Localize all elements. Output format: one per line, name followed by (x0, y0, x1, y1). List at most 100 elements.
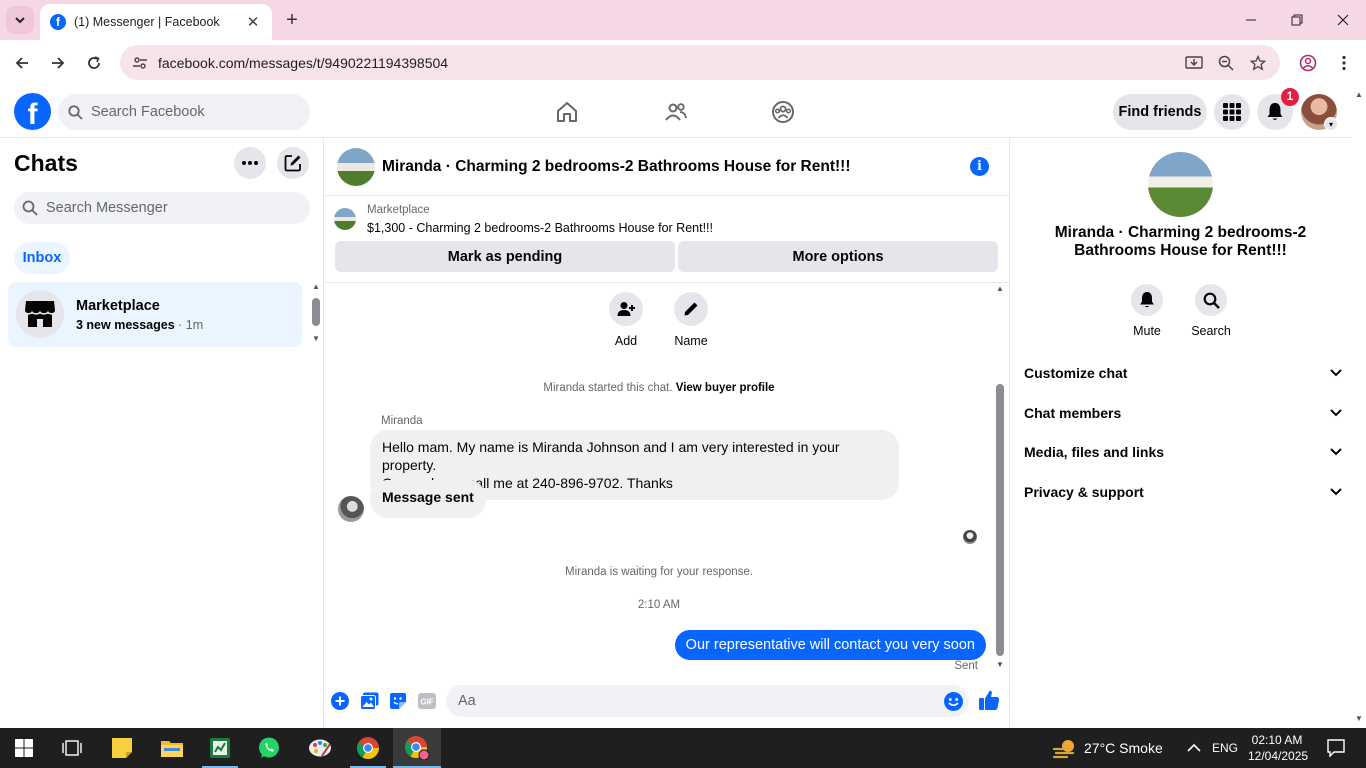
sticky-notes-app[interactable] (102, 732, 142, 764)
like-send-button[interactable] (978, 689, 1000, 711)
scrollbar-thumb[interactable] (996, 384, 1004, 656)
file-explorer-app[interactable] (152, 732, 192, 764)
gif-button[interactable]: GIF (417, 691, 437, 711)
smoke-weather-icon (1053, 740, 1075, 759)
scroll-down-arrow-icon[interactable]: ▼ (312, 334, 320, 343)
language-indicator[interactable]: ENG (1212, 741, 1238, 755)
reload-button[interactable] (80, 49, 108, 77)
conversation-item-marketplace[interactable]: Marketplace 3 new messages · 1m (8, 282, 302, 347)
privacy-support-section[interactable]: Privacy & support (1024, 474, 1344, 510)
site-settings-icon[interactable] (130, 53, 150, 73)
clock[interactable]: 02:10 AM 12/04/2025 (1248, 732, 1308, 764)
groups-nav-button[interactable] (769, 98, 797, 126)
spreadsheet-icon (210, 738, 230, 758)
task-view-icon (62, 740, 82, 756)
add-people-button[interactable]: Add (596, 292, 656, 348)
tab-close-icon[interactable]: ✕ (244, 13, 262, 31)
task-view-button[interactable] (52, 732, 92, 764)
bookmark-star-icon[interactable] (1244, 45, 1272, 80)
sticker-button[interactable] (388, 691, 408, 711)
address-bar[interactable]: facebook.com/messages/t/9490221194398504 (120, 45, 1280, 80)
outgoing-message-bubble[interactable]: Our representative will contact you very… (674, 630, 986, 660)
facebook-logo[interactable]: f (14, 93, 51, 130)
scroll-up-arrow-icon[interactable]: ▲ (312, 282, 320, 291)
more-actions-button[interactable] (330, 691, 350, 711)
home-nav-button[interactable] (553, 98, 581, 126)
chevron-down-icon[interactable]: ▾ (1324, 117, 1338, 131)
marketplace-banner: Marketplace $1,300 - Charming 2 bedrooms… (325, 197, 1010, 283)
browser-tab[interactable]: f (1) Messenger | Facebook ✕ (40, 4, 272, 40)
notification-center-button[interactable] (1316, 732, 1356, 764)
chat-options-button[interactable] (234, 147, 266, 179)
spreadsheet-app[interactable] (200, 732, 240, 764)
message-line: Message sent (382, 489, 474, 505)
paint-palette-icon (309, 739, 331, 757)
start-button[interactable] (4, 732, 44, 764)
message-input[interactable]: Aa (446, 685, 969, 717)
show-hidden-icons-button[interactable] (1176, 732, 1212, 764)
menu-grid-button[interactable] (1214, 94, 1250, 130)
media-files-links-section[interactable]: Media, files and links (1024, 434, 1344, 470)
view-buyer-profile-link[interactable]: View buyer profile (676, 382, 775, 394)
chats-sidebar: Chats Search Messenger Inbox Marketplace… (0, 138, 324, 728)
zoom-icon[interactable] (1212, 45, 1240, 80)
clock-time: 02:10 AM (1251, 733, 1303, 747)
sender-avatar[interactable] (338, 496, 364, 522)
name-chat-button[interactable]: Name (661, 292, 721, 348)
back-button[interactable] (8, 49, 36, 77)
facebook-search-input[interactable]: Search Facebook (58, 94, 310, 130)
mark-as-pending-button[interactable]: Mark as pending (335, 241, 675, 272)
waiting-notice: Miranda is waiting for your response. (565, 566, 753, 578)
scroll-down-arrow-icon[interactable]: ▼ (1355, 714, 1363, 723)
scroll-up-arrow-icon[interactable]: ▲ (996, 284, 1004, 293)
chrome-app[interactable] (348, 732, 388, 764)
profile-button[interactable] (1294, 49, 1322, 77)
attach-photo-button[interactable] (359, 691, 379, 711)
emoji-button[interactable] (944, 692, 963, 711)
listing-price-title[interactable]: $1,300 - Charming 2 bedrooms-2 Bathrooms… (367, 221, 713, 235)
pencil-icon (674, 292, 708, 326)
search-in-conversation-button[interactable]: Search (1179, 284, 1243, 338)
forward-button[interactable] (44, 49, 72, 77)
new-message-button[interactable] (277, 147, 309, 179)
facebook-header: f Search Facebook Find friends 1 ▾ (0, 86, 1352, 138)
smiley-icon (948, 698, 959, 707)
mute-button[interactable]: Mute (1115, 284, 1179, 338)
whatsapp-app[interactable] (249, 732, 289, 764)
weather-text[interactable]: 27°C Smoke (1084, 740, 1163, 756)
chrome-profile-app[interactable] (397, 732, 437, 764)
sticky-notes-icon (112, 738, 132, 758)
conversation-title[interactable]: Miranda · Charming 2 bedrooms-2 Bathroom… (382, 158, 850, 176)
close-window-button[interactable] (1320, 0, 1366, 40)
chrome-icon (405, 736, 430, 761)
restore-button[interactable] (1274, 0, 1320, 40)
inbox-filter-tab[interactable]: Inbox (14, 242, 70, 274)
install-app-icon[interactable] (1180, 45, 1208, 80)
messenger-search-placeholder: Search Messenger (46, 200, 168, 216)
tab-search-button[interactable] (6, 6, 34, 34)
read-receipt-avatar (963, 530, 977, 544)
browser-menu-button[interactable] (1330, 49, 1358, 77)
scroll-down-arrow-icon[interactable]: ▼ (996, 660, 1004, 669)
friends-nav-button[interactable] (662, 98, 690, 126)
chat-list-scrollbar[interactable]: ▲ ▼ (310, 282, 322, 346)
scroll-up-arrow-icon[interactable]: ▲ (1355, 90, 1363, 99)
new-tab-button[interactable]: + (280, 8, 304, 32)
message-scrollbar[interactable]: ▲ ▼ (994, 284, 1006, 672)
chat-members-section[interactable]: Chat members (1024, 395, 1344, 431)
find-friends-button[interactable]: Find friends (1113, 94, 1207, 130)
listing-photo[interactable] (1148, 152, 1213, 217)
page-scrollbar[interactable]: ▲ ▼ (1352, 86, 1366, 728)
paint-app[interactable] (300, 732, 340, 764)
messenger-search-input[interactable]: Search Messenger (14, 192, 310, 224)
weather-widget[interactable] (1046, 732, 1086, 764)
minimize-button[interactable] (1228, 0, 1274, 40)
customize-chat-section[interactable]: Customize chat (1024, 355, 1344, 391)
more-options-button[interactable]: More options (678, 241, 998, 272)
listing-photo-avatar[interactable] (337, 148, 375, 186)
info-icon[interactable]: i (970, 157, 989, 176)
incoming-message-bubble[interactable]: Message sent (370, 480, 486, 518)
listing-thumbnail[interactable] (334, 208, 356, 230)
scrollbar-thumb[interactable] (312, 298, 320, 326)
message-composer: GIF Aa (325, 676, 1010, 728)
